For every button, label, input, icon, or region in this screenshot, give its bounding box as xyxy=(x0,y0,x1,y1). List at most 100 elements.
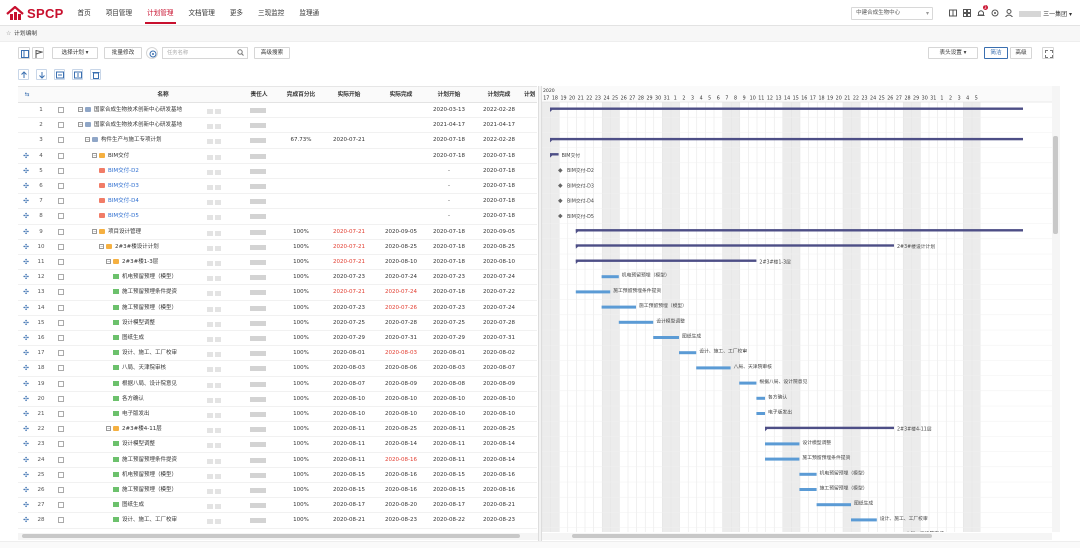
delete-icon[interactable] xyxy=(90,69,101,80)
edit-icon[interactable] xyxy=(207,473,213,479)
add-icon[interactable] xyxy=(215,169,221,175)
row-actions[interactable] xyxy=(207,442,227,449)
col-owner[interactable]: 责任人 xyxy=(242,87,276,103)
add-icon[interactable] xyxy=(215,124,221,130)
edit-icon[interactable] xyxy=(207,458,213,464)
row-checkbox[interactable] xyxy=(58,456,64,463)
row-actions[interactable] xyxy=(207,199,227,206)
add-icon[interactable] xyxy=(215,519,221,525)
edit-icon[interactable] xyxy=(207,306,213,312)
row-actions[interactable] xyxy=(207,260,227,266)
nav-item-3[interactable]: 文档管理 xyxy=(181,0,222,26)
row-actions[interactable] xyxy=(207,321,227,327)
fullscreen-icon[interactable] xyxy=(1042,47,1054,59)
add-icon[interactable] xyxy=(215,397,221,403)
drag-handle-icon[interactable]: ✣ xyxy=(22,194,30,209)
row-checkbox[interactable] xyxy=(58,107,64,113)
drag-handle-icon[interactable]: ✣ xyxy=(22,316,30,331)
row-checkbox[interactable] xyxy=(58,228,64,235)
table-row[interactable]: ✣ 21 电子版发出 100% 2020-08-10 2020-08-10 2020-08-… xyxy=(18,407,537,423)
table-row[interactable]: ✣ 5 BIM交付-D2 - 2020-07-18 xyxy=(18,164,537,179)
row-actions[interactable] xyxy=(207,245,227,251)
expand-toggle-icon[interactable]: − xyxy=(99,243,104,249)
add-icon[interactable] xyxy=(215,337,221,342)
add-icon[interactable] xyxy=(215,215,221,221)
select-plan-dropdown[interactable]: 选择计划 ▾ xyxy=(52,47,98,59)
tree-toggle-icon[interactable]: ⇆ xyxy=(22,87,32,103)
edit-icon[interactable] xyxy=(207,154,213,160)
row-checkbox[interactable] xyxy=(58,411,64,417)
flag-button[interactable] xyxy=(32,47,44,59)
move-up-icon[interactable] xyxy=(18,69,29,80)
add-icon[interactable] xyxy=(215,306,221,312)
row-actions[interactable] xyxy=(207,184,227,190)
row-checkbox[interactable] xyxy=(58,441,64,448)
row-checkbox[interactable] xyxy=(58,259,64,265)
user-name[interactable]: 三一集团 ▾ xyxy=(1019,9,1072,18)
outdent-icon[interactable] xyxy=(72,69,83,80)
layout-toggle-button[interactable] xyxy=(18,47,30,59)
nav-item-0[interactable]: 首页 xyxy=(70,0,98,26)
gantt-scroll-thumb[interactable] xyxy=(572,534,932,538)
header-settings-dropdown[interactable]: 表头设置 ▾ xyxy=(928,47,978,59)
table-row[interactable]: ✣ 12 机电预留预埋（模型） 100% 2020-07-23 2020-07-24 202… xyxy=(18,270,537,286)
edit-icon[interactable] xyxy=(207,321,213,327)
expand-toggle-icon[interactable]: − xyxy=(78,107,83,112)
col-pct[interactable]: 完成百分比 xyxy=(280,87,322,103)
row-checkbox[interactable] xyxy=(58,213,64,220)
row-checkbox[interactable] xyxy=(58,380,64,387)
table-row[interactable]: ✣ 23 设计模型调整 100% 2020-08-11 2020-08-14 2020-08… xyxy=(18,437,537,453)
edit-icon[interactable] xyxy=(207,382,213,388)
table-row[interactable]: ✣ 6 BIM交付-D3 - 2020-07-18 xyxy=(18,179,537,195)
vertical-scrollbar[interactable] xyxy=(1052,86,1060,532)
table-row[interactable]: ✣ 7 BIM交付-D4 - 2020-07-18 xyxy=(18,194,537,210)
row-actions[interactable] xyxy=(207,473,227,479)
gantt-horizontal-scrollbar[interactable] xyxy=(542,533,1052,540)
edit-icon[interactable] xyxy=(207,109,213,114)
edit-icon[interactable] xyxy=(207,169,213,175)
add-icon[interactable] xyxy=(215,352,221,358)
row-actions[interactable] xyxy=(207,382,227,388)
add-icon[interactable] xyxy=(215,428,221,434)
row-checkbox[interactable] xyxy=(58,243,64,250)
drag-handle-icon[interactable]: ✣ xyxy=(22,331,30,346)
edit-icon[interactable] xyxy=(207,245,213,251)
drag-handle-icon[interactable]: ✣ xyxy=(22,240,30,255)
row-checkbox[interactable] xyxy=(58,137,64,144)
table-row[interactable]: ✣ 16 图纸生成 100% 2020-07-29 2020-07-31 2020-07-2… xyxy=(18,331,537,347)
row-actions[interactable] xyxy=(207,154,227,160)
edit-icon[interactable] xyxy=(207,200,213,206)
gear-icon[interactable] xyxy=(991,9,999,17)
add-icon[interactable] xyxy=(215,200,221,206)
table-row[interactable]: ✣ 19 根据八局、设计院意见 100% 2020-08-07 2020-08-09 202… xyxy=(18,377,537,392)
row-actions[interactable] xyxy=(207,351,227,358)
expand-toggle-icon[interactable]: − xyxy=(78,122,83,128)
table-row[interactable]: ✣ 9 − 项目设计管理 100% 2020-07-21 2020-09-05 2020-07… xyxy=(18,225,537,240)
task-search-input[interactable]: 任务名称 xyxy=(162,47,248,59)
edit-icon[interactable] xyxy=(207,139,213,145)
add-icon[interactable] xyxy=(215,473,221,479)
drag-handle-icon[interactable]: ✣ xyxy=(22,301,30,316)
row-actions[interactable] xyxy=(207,123,227,130)
edit-icon[interactable] xyxy=(207,185,213,190)
table-row[interactable]: ✣ 27 图纸生成 100% 2020-08-17 2020-08-20 2020-08-1… xyxy=(18,498,537,514)
edit-icon[interactable] xyxy=(207,504,213,510)
edit-icon[interactable] xyxy=(207,124,213,130)
row-checkbox[interactable] xyxy=(58,198,64,205)
table-row[interactable]: ✣ 26 施工预留预埋（模型） 100% 2020-08-15 2020-08-16 202… xyxy=(18,483,537,499)
table-row[interactable]: ✣ 28 设计、施工、工厂校审 100% 2020-08-21 2020-08-23 202… xyxy=(18,513,537,529)
table-row[interactable]: 3 − 构件生产与施工专项计划 67.73% 2020-07-21 2020-07-18 2… xyxy=(18,133,537,149)
row-checkbox[interactable] xyxy=(58,395,64,402)
add-icon[interactable] xyxy=(215,291,221,297)
row-checkbox[interactable] xyxy=(58,426,64,433)
row-checkbox[interactable] xyxy=(58,122,64,129)
row-actions[interactable] xyxy=(207,108,227,114)
edit-icon[interactable] xyxy=(207,367,213,373)
add-icon[interactable] xyxy=(215,443,221,449)
edit-icon[interactable] xyxy=(207,413,213,418)
nav-item-1[interactable]: 项目管理 xyxy=(98,0,139,26)
row-actions[interactable] xyxy=(207,138,227,145)
drag-handle-icon[interactable]: ✣ xyxy=(22,453,30,468)
table-row[interactable]: ✣ 15 设计模型调整 100% 2020-07-25 2020-07-28 2020-07… xyxy=(18,316,537,331)
drag-handle-icon[interactable]: ✣ xyxy=(22,225,30,240)
